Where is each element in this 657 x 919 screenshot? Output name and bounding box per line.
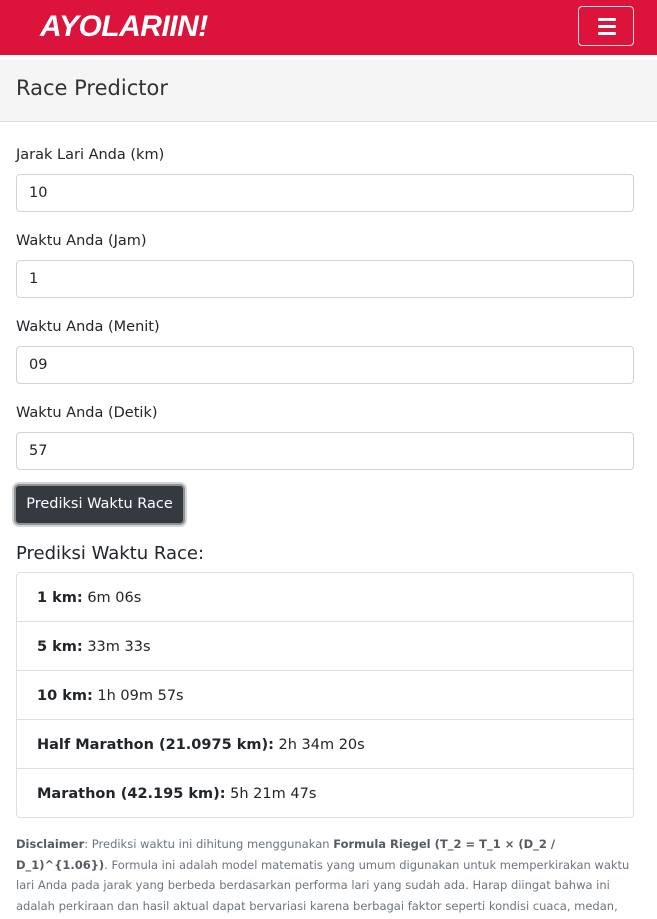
result-label: 1 km:	[37, 590, 83, 606]
result-time: 6m 06s	[87, 590, 142, 606]
page-title: Race Predictor	[16, 76, 168, 100]
results-title: Prediksi Waktu Race:	[16, 543, 205, 564]
brand-logo[interactable]: AYOLARIIN!	[40, 9, 208, 45]
minutes-input[interactable]: 09	[16, 346, 634, 384]
results-list: 1 km: 6m 06s 5 km: 33m 33s 10 km: 1h 09m…	[16, 572, 634, 818]
result-item-half-marathon: Half Marathon (21.0975 km): 2h 34m 20s	[17, 720, 633, 769]
result-time: 33m 33s	[87, 639, 151, 655]
predict-race-button[interactable]: Prediksi Waktu Race	[14, 484, 185, 525]
hamburger-menu-icon-bar-3	[598, 32, 616, 35]
result-item-10km: 10 km: 1h 09m 57s	[17, 671, 633, 720]
result-item-5km: 5 km: 33m 33s	[17, 622, 633, 671]
distance-label: Jarak Lari Anda (km)	[16, 147, 165, 163]
result-label: Half Marathon (21.0975 km):	[37, 737, 274, 753]
result-time: 5h 21m 47s	[230, 786, 317, 802]
result-time: 1h 09m 57s	[97, 688, 184, 704]
result-item-1km: 1 km: 6m 06s	[17, 573, 633, 622]
seconds-label: Waktu Anda (Detik)	[16, 405, 158, 421]
result-time: 2h 34m 20s	[278, 737, 365, 753]
disclaimer-lead: Disclaimer	[16, 837, 85, 851]
result-label: 10 km:	[37, 688, 93, 704]
minutes-label: Waktu Anda (Menit)	[16, 319, 160, 335]
menu-toggle-button[interactable]	[578, 6, 634, 46]
result-item-marathon: Marathon (42.195 km): 5h 21m 47s	[17, 769, 633, 818]
page-header: Race Predictor	[0, 60, 657, 122]
disclaimer-text: Disclaimer: Prediksi waktu ini dihitung …	[16, 834, 638, 919]
hamburger-menu-icon-bar-2	[598, 25, 616, 28]
result-label: Marathon (42.195 km):	[37, 786, 226, 802]
disclaimer-text-2: . Formula ini adalah model matematis yan…	[16, 857, 630, 913]
hamburger-menu-icon	[598, 18, 616, 21]
hours-input[interactable]: 1	[16, 260, 634, 298]
top-navbar: AYOLARIIN!	[0, 0, 657, 55]
result-label: 5 km:	[37, 639, 83, 655]
distance-input[interactable]: 10	[16, 174, 634, 212]
hours-label: Waktu Anda (Jam)	[16, 233, 147, 249]
seconds-input[interactable]: 57	[16, 432, 634, 470]
disclaimer-text-1: : Prediksi waktu ini dihitung menggunaka…	[84, 837, 334, 851]
